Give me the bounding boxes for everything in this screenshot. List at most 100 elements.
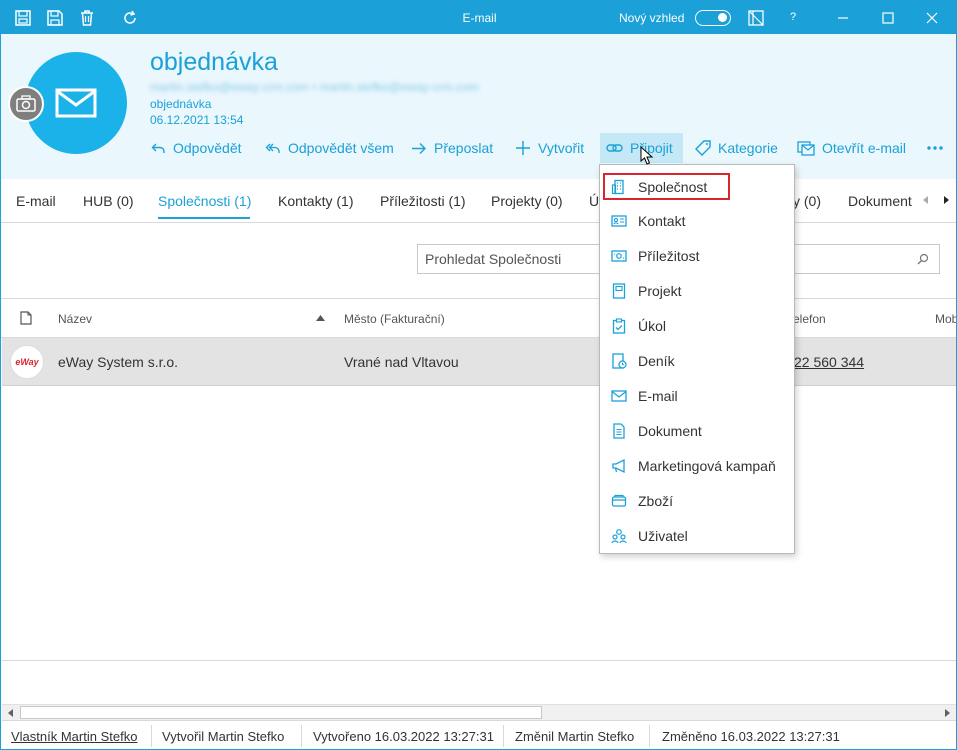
column-mobile[interactable]: Mob	[935, 312, 956, 326]
grid-bottom-divider	[2, 660, 956, 661]
scroll-right-icon[interactable]	[939, 706, 955, 720]
menu-item-project[interactable]: Projekt	[600, 273, 794, 308]
users-icon	[611, 529, 627, 544]
reply-button[interactable]: Odpovědět	[151, 133, 242, 163]
category-button[interactable]: Kategorie	[695, 133, 778, 163]
clipboard-check-icon	[612, 318, 626, 334]
table-row[interactable]: eWay eWay System s.r.o. Vrané nad Vltavo…	[2, 338, 956, 386]
created-at: Vytvořeno 16.03.2022 13:27:31	[313, 729, 494, 744]
scroll-left-icon[interactable]	[3, 706, 19, 720]
new-look-label: Nový vzhled	[619, 11, 685, 25]
menu-item-campaign[interactable]: Marketingová kampaň	[600, 448, 794, 483]
maximize-button[interactable]	[879, 9, 897, 27]
open-email-button[interactable]: Otevřít e-mail	[797, 133, 906, 163]
tab-documents[interactable]: Dokument	[848, 193, 914, 209]
email-window: E-mail Nový vzhled ? objednávka martin.s…	[0, 0, 957, 750]
tab-journal[interactable]: y (0)	[793, 193, 821, 209]
email-type: objednávka	[150, 97, 212, 111]
change-photo-button[interactable]	[8, 86, 44, 122]
attach-label: Připojit	[630, 140, 673, 156]
tab-hub[interactable]: HUB (0)	[83, 193, 134, 209]
document-type-icon[interactable]	[20, 311, 32, 325]
email-recipients: martin.stefko@eway-crm.com • martin.stef…	[150, 80, 479, 94]
horizontal-scrollbar[interactable]	[2, 704, 956, 720]
money-icon	[611, 250, 627, 262]
menu-item-user[interactable]: Uživatel	[600, 518, 794, 553]
menu-item-label: Příležitost	[638, 248, 700, 264]
menu-item-label: E-mail	[638, 388, 678, 404]
menu-item-label: Uživatel	[638, 528, 688, 544]
menu-item-contact[interactable]: Kontakt	[600, 203, 794, 238]
company-phone-link[interactable]: 22 560 344	[794, 354, 864, 370]
create-button[interactable]: Vytvořit	[515, 133, 584, 163]
open-email-icon	[797, 141, 815, 156]
attach-button[interactable]: Připojit	[600, 133, 683, 163]
menu-item-label: Marketingová kampaň	[638, 458, 776, 474]
more-actions-icon[interactable]	[925, 141, 945, 155]
tab-scroll-right-icon[interactable]	[942, 195, 950, 205]
document-icon	[613, 423, 625, 439]
forward-button[interactable]: Přeposlat	[411, 133, 493, 163]
company-logo: eWay	[10, 345, 44, 379]
tab-email[interactable]: E-mail	[16, 193, 56, 209]
menu-item-email[interactable]: E-mail	[600, 378, 794, 413]
title-bar: E-mail Nový vzhled ?	[1, 1, 956, 34]
sort-ascending-icon[interactable]	[316, 315, 325, 321]
project-book-icon	[612, 283, 626, 299]
megaphone-icon	[612, 458, 625, 474]
status-footer: Vlastník Martin Stefko Vytvořil Martin S…	[2, 720, 956, 749]
tab-projects[interactable]: Projekty (0)	[491, 193, 563, 209]
envelope-icon	[611, 390, 627, 402]
reply-label: Odpovědět	[173, 140, 242, 156]
create-label: Vytvořit	[538, 140, 585, 156]
window-title: E-mail	[462, 11, 497, 25]
active-tab-indicator	[158, 217, 250, 219]
tab-opportunities[interactable]: Příležitosti (1)	[380, 193, 466, 209]
plus-icon	[516, 141, 530, 155]
email-subject: objednávka	[150, 48, 278, 76]
scrollbar-thumb[interactable]	[20, 706, 542, 719]
column-phone[interactable]: elefon	[793, 312, 826, 326]
new-look-toggle[interactable]	[695, 10, 731, 26]
email-header: objednávka martin.stefko@eway-crm.com • …	[1, 34, 956, 179]
company-logo-text: eWay	[15, 357, 39, 367]
footer-divider	[649, 725, 650, 747]
menu-item-label: Deník	[638, 353, 675, 369]
forward-label: Přeposlat	[434, 140, 494, 156]
menu-item-journal[interactable]: Deník	[600, 343, 794, 378]
footer-divider	[503, 725, 504, 747]
close-button[interactable]	[923, 9, 941, 27]
journal-clock-icon	[612, 353, 627, 369]
menu-item-label: Dokument	[638, 423, 702, 439]
footer-divider	[301, 725, 302, 747]
menu-item-task[interactable]: Úkol	[600, 308, 794, 343]
tab-scroll-left-icon[interactable]	[922, 195, 930, 205]
menu-item-company[interactable]: Společnost	[603, 173, 730, 200]
owner-link[interactable]: Vlastník Martin Stefko	[11, 729, 137, 744]
layout-icon[interactable]	[747, 9, 765, 27]
menu-item-opportunity[interactable]: Příležitost	[600, 238, 794, 273]
tab-contacts[interactable]: Kontakty (1)	[278, 193, 353, 209]
menu-item-goods[interactable]: Zboží	[600, 483, 794, 518]
search-icon[interactable]	[917, 253, 929, 265]
attach-dropdown-menu: Společnost Kontakt Příležitost Projekt Ú…	[599, 164, 795, 554]
menu-item-document[interactable]: Dokument	[600, 413, 794, 448]
help-button[interactable]: ?	[790, 11, 796, 23]
tab-tasks[interactable]: Ú	[589, 193, 599, 209]
grid-header: Název Město (Fakturační) elefon Mob	[1, 298, 956, 338]
footer-divider	[151, 725, 152, 747]
created-by: Vytvořil Martin Stefko	[162, 729, 285, 744]
tab-companies[interactable]: Společnosti (1)	[158, 193, 251, 209]
changed-by: Změnil Martin Stefko	[515, 729, 635, 744]
company-city: Vrané nad Vltavou	[344, 354, 459, 370]
column-name[interactable]: Název	[58, 312, 92, 326]
reply-all-button[interactable]: Odpovědět všem	[265, 133, 394, 163]
email-date: 06.12.2021 13:54	[150, 113, 244, 127]
camera-icon	[16, 95, 36, 112]
link-icon	[606, 144, 623, 152]
minimize-button[interactable]	[834, 9, 852, 27]
open-email-label: Otevřít e-mail	[822, 140, 907, 156]
column-city[interactable]: Město (Fakturační)	[344, 312, 445, 326]
menu-item-label: Kontakt	[638, 213, 686, 229]
menu-item-label: Společnost	[638, 179, 708, 195]
